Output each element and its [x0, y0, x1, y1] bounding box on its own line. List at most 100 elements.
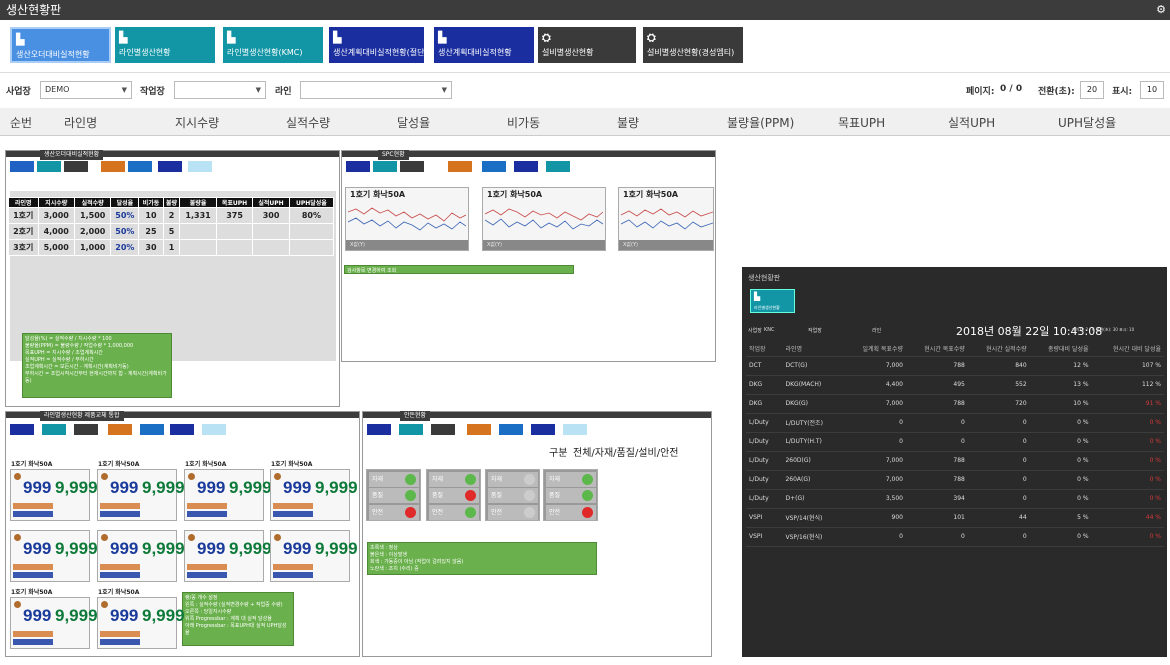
- column-header: 불량율(PPM): [727, 116, 795, 130]
- site-label: 사업장: [6, 87, 31, 97]
- table-row: L/Duty 260D(G) 7,000 788 0 0 % 0 %: [746, 451, 1164, 471]
- menu-button-equipment-production-ks[interactable]: ⛭ 설비별생산현황(경성엠티): [643, 27, 743, 63]
- spc-line-chart: [621, 208, 713, 230]
- status-badge: [188, 534, 195, 541]
- chevron-down-icon: ▼: [441, 86, 447, 94]
- menu-button-plan-vs-result-cut[interactable]: ▙ 생산계획대비실적현황(절단: [329, 27, 424, 63]
- column-header: 실적수량: [286, 116, 331, 130]
- table-row: VSPI VSP/16(현식) 0 0 0 0 % 0 %: [746, 527, 1164, 547]
- line-card: 999 9,999: [270, 530, 358, 582]
- status-badge: [14, 473, 21, 480]
- line-label: 라인: [275, 87, 292, 97]
- andon-box: 자재 품질 안전: [426, 469, 481, 521]
- column-header: 실적UPH: [948, 116, 996, 130]
- column-header: 목표UPH: [838, 116, 886, 130]
- spc-chart-1: 1호기 화낙50A X값(Y): [345, 187, 469, 251]
- menu-bar: ▙ 생산오더대비실적현황 ▙ 라인별생산현황 ▙ 라인별생산현황(KMC) ▙ 생산계획…: [0, 20, 1170, 72]
- switch-label: 전환(초):: [1038, 87, 1075, 97]
- status-badge: [101, 473, 108, 480]
- line-card: 1호기 화낙50A 999 9,999: [270, 461, 358, 521]
- spc-line-chart: [485, 208, 603, 230]
- spc-note: 검사항목 변경하여 조회: [344, 265, 574, 274]
- status-badge: [101, 601, 108, 608]
- status-badge: [274, 534, 281, 541]
- filter-bar: 사업장 DEMO ▼ 작업장 ▼ 라인 ▼ 페이지: 0 / 0 전환(초): 2…: [0, 72, 1170, 106]
- thumbnail-order-result[interactable]: 달성율(%) = 실적수량 / 지시수량 * 100 불량율(PPM) = 불량…: [5, 150, 340, 407]
- table-row: L/Duty D+(G) 3,500 394 0 0 % 0 %: [746, 489, 1164, 509]
- app-title-bar: 생산현황판 ⚙: [0, 0, 1170, 20]
- equipment-icon: ⛭: [647, 31, 656, 44]
- thumbnail-spc[interactable]: 검사항목 변경하여 조회: [341, 150, 716, 362]
- formula-note: 달성율(%) = 실적수량 / 지시수량 * 100 불량율(PPM) = 불량…: [22, 333, 172, 398]
- andon-box: 자재 품질 안전: [485, 469, 540, 521]
- table-row: DKG DKG(G) 7,000 788 720 10 % 91 %: [746, 394, 1164, 414]
- table-row: VSPI VSP/14(현식) 900 101 44 5 % 44 %: [746, 508, 1164, 528]
- chart-icon: ▙: [438, 31, 447, 44]
- status-badge: [14, 534, 21, 541]
- andon-box: 자재 품질 안전: [366, 469, 421, 521]
- table-row: L/Duty L/DUTY(H.T) 0 0 0 0 % 0 %: [746, 432, 1164, 452]
- line-card: 999 9,999: [10, 530, 98, 582]
- status-badge: [188, 473, 195, 480]
- chart-icon: ▙: [227, 31, 236, 44]
- spc-chart-3: 1호기 화낙50A X값(Y): [618, 187, 714, 251]
- workplace-select[interactable]: ▼: [174, 81, 266, 99]
- table-row: 1호기 3,000 1,500 50% 10 2 1,331 375 300 80%: [8, 207, 335, 224]
- table-row: 2호기 4,000 2,000 50% 25 5: [8, 223, 335, 240]
- line-card: 1호기 화낙50A 999 9,999: [10, 461, 98, 521]
- chart-icon: ▙: [119, 31, 128, 44]
- display-count-input[interactable]: 10: [1140, 81, 1164, 99]
- line-select[interactable]: ▼: [300, 81, 452, 99]
- chart-icon: ▙: [16, 33, 25, 46]
- andon-legend-note: 초록색 : 정상 붉은색 : 이상발생 회색 : 가동중이 아님 (작업이 걸려…: [367, 542, 597, 575]
- thumbnail-dark-dashboard[interactable]: 생산현황판 ▙ 라인별생산현황 사업장 KNC 작업장 라인 2018년 08월…: [742, 267, 1167, 657]
- status-badge: [274, 473, 281, 480]
- menu-button-line-production-kmc[interactable]: ▙ 라인별생산현황(KMC): [223, 27, 323, 63]
- workplace-label: 작업장: [140, 87, 165, 97]
- thumbnail-caption: 라인별생산현황 제품교체 통합: [40, 411, 124, 421]
- column-header: 비가동: [507, 116, 541, 130]
- line-card: 1호기 화낙50A 999 9,999: [97, 589, 185, 649]
- line-card: 999 9,999: [184, 530, 272, 582]
- chart-icon: ▙: [333, 31, 342, 44]
- table-row: L/Duty L/DUTY(전조) 0 0 0 0 % 0 %: [746, 413, 1164, 433]
- status-badge: [101, 534, 108, 541]
- thumbnail-andon[interactable]: 구분 전체/자재/품질/설비/안전 초록색 : 정상 붉은색 : 이상발생 회색…: [362, 411, 712, 657]
- dark-production-table: 작업장 라인명 일계획 목표수량 현시간 목표수량 현시간 실적수량 총량대비 달성율 현시…: [746, 342, 1164, 547]
- chevron-down-icon: ▼: [121, 86, 127, 94]
- chart-icon: ▙: [754, 292, 761, 301]
- spc-chart-2: 1호기 화낙50A X값(Y): [482, 187, 606, 251]
- table-row: L/Duty 260A(G) 7,000 788 0 0 % 0 %: [746, 470, 1164, 490]
- menu-button-order-vs-result[interactable]: ▙ 생산오더대비실적현황: [10, 27, 111, 63]
- column-header: 지시수량: [175, 116, 220, 130]
- menu-button-line-production[interactable]: ▙ 라인별생산현황: [115, 27, 215, 63]
- site-select[interactable]: DEMO ▼: [40, 81, 132, 99]
- line-card: 1호기 화낙50A 999 9,999: [97, 461, 185, 521]
- card-legend-note: 랭/꽁 개수 설정 왼쪽 : 실적수량 (실적변경수량 + 작업중 수량) 오른…: [182, 592, 294, 646]
- thumbnail-caption: 생산오더대비실적현황: [40, 150, 104, 160]
- chevron-down-icon: ▼: [255, 86, 261, 94]
- column-header: 라인명: [64, 116, 98, 130]
- line-card: 1호기 화낙50A 999 9,999: [184, 461, 272, 521]
- equipment-icon: ⛭: [542, 31, 551, 44]
- display-label: 표시:: [1112, 87, 1133, 97]
- andon-filter-label: 구분: [549, 448, 568, 459]
- status-badge: [14, 601, 21, 608]
- line-card: 999 9,999: [97, 530, 185, 582]
- menu-button-equipment-production[interactable]: ⛭ 설비별생산현황: [538, 27, 636, 63]
- production-table: 라인명 지시수량 실적수량 달성율 비가동 불량 불량율 목표UPH 실적UPH UPH달성율 1…: [8, 197, 335, 256]
- thumbnail-caption: 안돈현황: [400, 411, 431, 421]
- andon-filter-value: 전체/자재/품질/설비/안전: [573, 448, 679, 459]
- page-value: 0 / 0: [1000, 84, 1023, 94]
- column-header: 달성율: [397, 116, 431, 130]
- table-row: DCT DCT(G) 7,000 788 840 12 % 107 %: [746, 356, 1164, 376]
- page-label: 페이지:: [966, 87, 995, 97]
- switch-seconds-input[interactable]: 20: [1080, 81, 1104, 99]
- column-header: 불량: [617, 116, 640, 130]
- line-card: 1호기 화낙50A 999 9,999: [10, 589, 98, 649]
- table-row: DKG DKG(MACH) 4,400 495 552 13 % 112 %: [746, 375, 1164, 395]
- menu-button-line-production[interactable]: ▙ 라인별생산현황: [750, 289, 795, 313]
- gear-icon[interactable]: ⚙: [1156, 0, 1166, 20]
- column-header: 순번: [10, 116, 33, 130]
- menu-button-plan-vs-result[interactable]: ▙ 생산계획대비실적현황: [434, 27, 534, 63]
